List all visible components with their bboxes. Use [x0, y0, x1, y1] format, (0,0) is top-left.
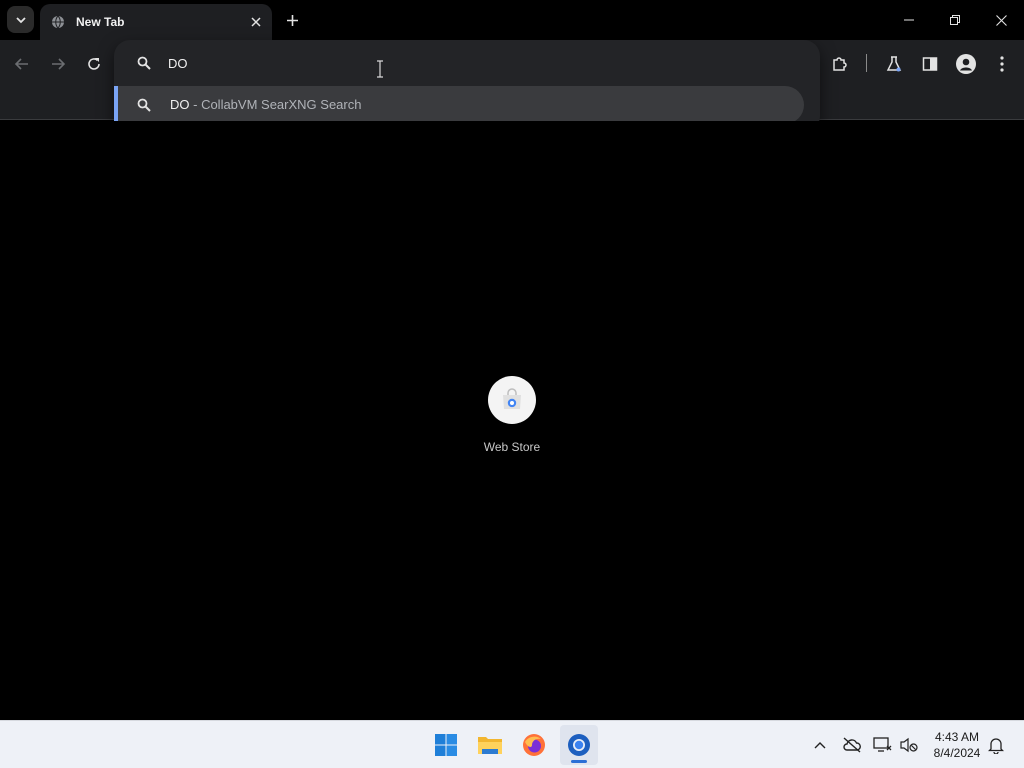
- labs-button[interactable]: [880, 50, 908, 78]
- notifications-button[interactable]: [985, 735, 1007, 755]
- plus-icon: [286, 14, 298, 26]
- restore-button[interactable]: [932, 0, 978, 40]
- reload-icon: [88, 58, 100, 70]
- toolbar-separator: [866, 54, 867, 72]
- tab-search-button[interactable]: [7, 6, 34, 33]
- search-icon: [135, 96, 153, 114]
- close-icon[interactable]: [246, 12, 266, 32]
- web-store-icon: [488, 376, 536, 424]
- taskbar: 4:43 AM 8/4/2024: [0, 720, 1024, 768]
- chevron-up-icon: [814, 742, 826, 749]
- back-button[interactable]: [8, 50, 36, 78]
- more-vert-icon: [1000, 56, 1004, 72]
- arrow-left-icon: [14, 58, 28, 70]
- clock-time: 4:43 AM: [934, 730, 980, 744]
- tray-onedrive[interactable]: [841, 735, 863, 755]
- arrow-right-icon: [52, 58, 66, 70]
- network-icon: [873, 737, 892, 752]
- extensions-button[interactable]: [826, 50, 854, 78]
- clock[interactable]: 4:43 AM 8/4/2024: [924, 729, 990, 761]
- firefox-icon: [523, 734, 545, 756]
- forward-button[interactable]: [44, 50, 72, 78]
- suggestion-query: DO: [170, 97, 190, 112]
- tray-network[interactable]: [872, 735, 894, 755]
- suggestion-engine: CollabVM SearXNG Search: [201, 97, 362, 112]
- taskbar-chrome[interactable]: [560, 725, 598, 765]
- folder-icon: [478, 737, 502, 754]
- tray-overflow-button[interactable]: [809, 735, 831, 755]
- volume-muted-icon: [900, 737, 918, 753]
- omnibox-popup: DO - CollabVM SearXNG Search: [114, 40, 820, 132]
- suggestion-separator: -: [189, 97, 202, 112]
- windows-icon: [435, 734, 457, 756]
- minimize-icon: [904, 19, 914, 21]
- cloud-offline-icon: [843, 737, 861, 753]
- new-tab-button[interactable]: [280, 8, 304, 32]
- tab-new-tab[interactable]: New Tab: [40, 4, 272, 40]
- side-panel-button[interactable]: [916, 50, 944, 78]
- reload-button[interactable]: [80, 50, 108, 78]
- taskbar-file-explorer[interactable]: [471, 725, 509, 765]
- profile-button[interactable]: [952, 50, 980, 78]
- title-bar: New Tab: [0, 0, 1024, 40]
- flask-icon: [886, 56, 902, 72]
- side-panel-icon: [922, 57, 938, 71]
- taskbar-firefox[interactable]: [515, 725, 553, 765]
- restore-icon: [950, 15, 960, 25]
- selection-indicator: [114, 86, 118, 124]
- profile-icon: [956, 54, 976, 74]
- clock-date: 8/4/2024: [933, 746, 981, 760]
- omnibox-input[interactable]: [168, 52, 768, 74]
- window-close-button[interactable]: [978, 0, 1024, 40]
- bell-icon: [988, 738, 1004, 754]
- menu-button[interactable]: [988, 50, 1016, 78]
- minimize-button[interactable]: [886, 0, 932, 40]
- omnibox-suggestion[interactable]: DO - CollabVM SearXNG Search: [114, 86, 804, 124]
- text-cursor-icon: [377, 60, 383, 78]
- active-app-indicator: [571, 760, 587, 763]
- close-icon: [995, 14, 1007, 26]
- chrome-icon: [568, 734, 590, 756]
- suggestion-text: DO - CollabVM SearXNG Search: [170, 97, 361, 112]
- globe-icon: [50, 14, 66, 30]
- shortcut-web-store[interactable]: Web Store: [472, 376, 552, 466]
- shortcut-label: Web Store: [483, 440, 541, 454]
- chevron-down-icon: [15, 16, 26, 23]
- tab-title: New Tab: [76, 15, 125, 29]
- tray-volume[interactable]: [898, 735, 920, 755]
- start-button[interactable]: [427, 725, 465, 765]
- puzzle-icon: [833, 57, 847, 71]
- search-icon: [135, 54, 153, 72]
